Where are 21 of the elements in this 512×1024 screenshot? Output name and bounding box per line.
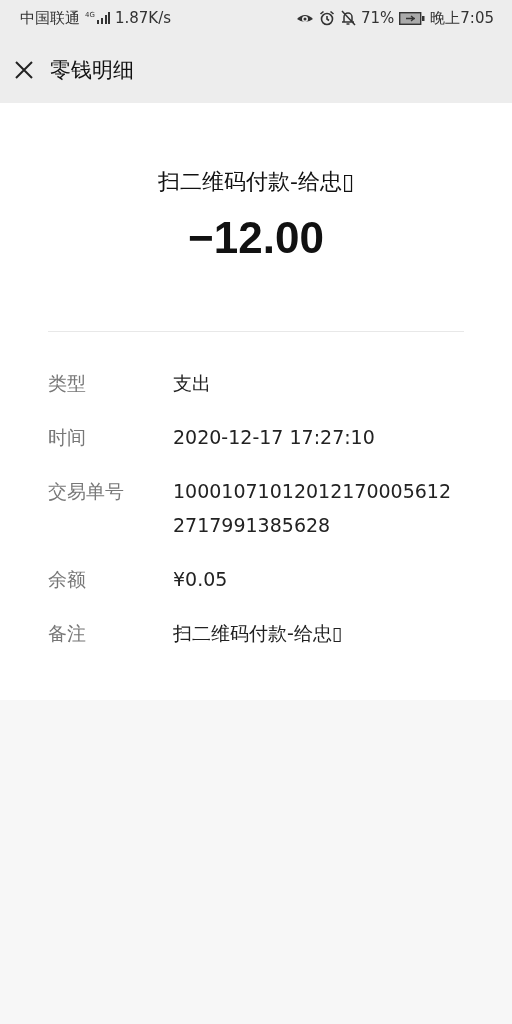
detail-value: ¥0.05 xyxy=(173,567,229,592)
detail-value: 2020-12-17 17:27:10 xyxy=(173,425,376,450)
page-title: 零钱明细 xyxy=(50,56,134,84)
detail-label: 备注 xyxy=(48,621,87,646)
battery-percentage: 71% xyxy=(360,9,395,27)
detail-label: 交易单号 xyxy=(48,479,125,504)
detail-label: 余额 xyxy=(48,567,87,592)
detail-value: 100010710120121700056122717991385628 xyxy=(173,479,453,538)
detail-value: 支出 xyxy=(173,371,212,396)
transaction-title: 扫二维码付款-给忠▯ xyxy=(156,168,355,196)
battery-icon xyxy=(399,11,426,25)
detail-value: 扫二维码付款-给忠▯ xyxy=(173,621,344,646)
transaction-amount: −12.00 xyxy=(187,213,325,263)
detail-label: 类型 xyxy=(48,371,87,396)
detail-label: 时间 xyxy=(48,425,87,450)
carrier-name: 中国联通 xyxy=(20,8,80,28)
clock-time: 晚上7:05 xyxy=(430,8,494,28)
alarm-icon xyxy=(318,10,335,26)
bell-off-icon xyxy=(339,10,356,26)
close-icon xyxy=(14,59,34,80)
network-speed: 1.87K/s xyxy=(114,9,171,27)
